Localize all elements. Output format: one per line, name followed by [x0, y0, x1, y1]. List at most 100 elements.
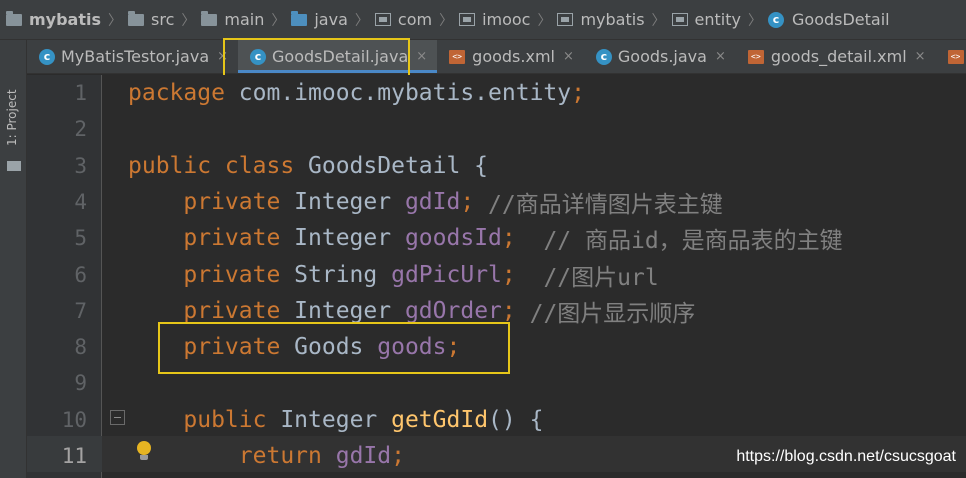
breadcrumb-item[interactable]: java	[291, 10, 350, 29]
close-tab-icon[interactable]: ×	[563, 49, 574, 64]
close-tab-icon[interactable]: ×	[416, 49, 427, 64]
breadcrumb-separator-icon: 〉	[651, 12, 666, 29]
code-token: goodsId	[404, 225, 502, 251]
code-token: private	[128, 298, 295, 324]
line-number: 11	[61, 444, 87, 468]
tab-label: Goods.java	[617, 47, 707, 66]
folder-icon	[201, 10, 218, 26]
breadcrumb-label: com	[397, 10, 433, 29]
code-token: ;	[501, 225, 544, 251]
breadcrumb-item[interactable]: main	[201, 10, 266, 29]
breadcrumb-item[interactable]: entity	[671, 10, 743, 29]
code-line: 5 private Integer goodsId; // 商品id，是商品表的…	[27, 220, 966, 256]
code-line: 10 public Integer getGdId() {	[27, 402, 966, 438]
code-token: public class	[128, 153, 309, 179]
breadcrumb-item[interactable]: mybatis	[557, 10, 646, 29]
code-text: private Integer goodsId; // 商品id，是商品表的主键	[128, 220, 843, 256]
breadcrumb-separator-icon: 〉	[748, 12, 762, 29]
breadcrumb: mybatis 〉 src 〉 main 〉 java 〉 com 〉 imooc 〉 mybatis 〉…	[0, 0, 966, 40]
breadcrumb-item[interactable]: mybatis	[6, 10, 103, 29]
code-line: 9	[27, 365, 966, 401]
editor-tab-bar: c MyBatisTestor.java × c GoodsDetail.java × <>…	[27, 40, 966, 74]
line-number: 2	[74, 117, 87, 141]
code-token: // 商品id，是商品表的主键	[543, 228, 843, 254]
code-token: //图片url	[543, 265, 659, 291]
close-tab-icon[interactable]: ×	[915, 49, 926, 64]
lightbulb-glass	[137, 441, 151, 455]
line-number: 6	[74, 263, 87, 287]
code-text: public class GoodsDetail {	[128, 148, 488, 184]
code-text: public Integer getGdId() {	[128, 402, 543, 438]
code-token: //商品详情图片表主键	[488, 192, 723, 218]
close-tab-icon[interactable]: ×	[217, 49, 228, 64]
editor-tab[interactable]: c GoodsDetail.java ×	[238, 40, 438, 73]
code-token: ;	[446, 334, 461, 360]
breadcrumb-label: java	[314, 10, 348, 29]
close-tab-icon[interactable]: ×	[715, 49, 726, 64]
code-token: private	[128, 262, 295, 288]
class-icon: c	[39, 48, 55, 65]
code-token: ;	[391, 443, 405, 469]
code-text: private Integer gdOrder; //图片显示顺序	[128, 293, 695, 329]
package-icon	[459, 13, 476, 26]
breadcrumb-label: imooc	[482, 10, 531, 29]
xml-icon: <>	[947, 49, 964, 64]
line-number: 9	[74, 371, 87, 395]
breadcrumb-item[interactable]: src	[128, 10, 176, 29]
code-token: gdPicUrl	[391, 262, 502, 288]
code-token: private	[128, 334, 295, 360]
breadcrumb-item[interactable]: imooc	[459, 10, 532, 29]
code-text: private Integer gdId; //商品详情图片表主键	[128, 184, 723, 220]
code-token: public	[128, 407, 281, 433]
code-token: gdOrder	[404, 298, 502, 324]
editor-tab[interactable]: <> goods.xml ×	[437, 40, 584, 73]
class-icon: c	[595, 48, 612, 65]
line-number: 10	[61, 408, 87, 432]
code-token: Integer	[280, 407, 392, 433]
breadcrumb-separator-icon: 〉	[537, 12, 552, 29]
editor-tab[interactable]: <>mybatis	[936, 40, 966, 73]
editor-tab[interactable]: c MyBatisTestor.java ×	[27, 40, 238, 73]
breadcrumb-separator-icon: 〉	[181, 12, 196, 29]
tab-label: goods_detail.xml	[770, 47, 907, 66]
folder-icon	[7, 161, 21, 171]
code-token: gdId	[404, 189, 461, 215]
line-number: 4	[74, 190, 87, 214]
fold-toggle-icon[interactable]	[110, 410, 125, 425]
code-text: private String gdPicUrl; //图片url	[128, 257, 659, 293]
watermark: https://blog.csdn.net/csucsgoat	[736, 448, 956, 465]
lightbulb-base	[140, 455, 148, 460]
line-number: 8	[74, 335, 87, 359]
code-token: Integer	[294, 189, 405, 215]
editor-tab[interactable]: c Goods.java ×	[584, 40, 736, 73]
breadcrumb-label: mybatis	[580, 10, 645, 29]
breadcrumb-separator-icon: 〉	[271, 12, 286, 29]
code-line: 6 private String gdPicUrl; //图片url	[27, 257, 966, 293]
editor-tab[interactable]: <> goods_detail.xml ×	[736, 40, 936, 73]
breadcrumb-item[interactable]: c GoodsDetail	[768, 10, 892, 29]
code-text: return gdId;	[128, 438, 405, 474]
breadcrumb-separator-icon: 〉	[108, 12, 123, 29]
code-token: return	[128, 443, 336, 469]
package-icon	[671, 13, 688, 26]
package-icon	[374, 13, 391, 26]
tab-label: GoodsDetail.java	[272, 47, 409, 66]
tab-label: goods.xml	[472, 47, 555, 66]
code-line: 2	[27, 111, 966, 147]
breadcrumb-label: GoodsDetail	[792, 10, 890, 29]
code-text: package com.imooc.mybatis.entity;	[128, 75, 585, 111]
code-token: package	[128, 80, 239, 106]
line-number: 7	[74, 299, 87, 323]
breadcrumb-item[interactable]: com	[374, 10, 434, 29]
code-line: 7 private Integer gdOrder; //图片显示顺序	[27, 293, 966, 329]
code-token: com.imooc.mybatis.entity	[238, 80, 572, 106]
lightbulb-icon[interactable]	[136, 440, 152, 464]
line-number: 3	[74, 154, 87, 178]
line-number: 1	[74, 81, 87, 105]
code-token: private	[128, 225, 295, 251]
code-token: GoodsDetail {	[308, 153, 489, 179]
project-tool-button[interactable]: 1: Project	[1, 86, 27, 171]
code-token: //图片显示顺序	[529, 301, 696, 327]
line-number: 5	[74, 226, 87, 250]
code-token: () {	[488, 407, 544, 433]
